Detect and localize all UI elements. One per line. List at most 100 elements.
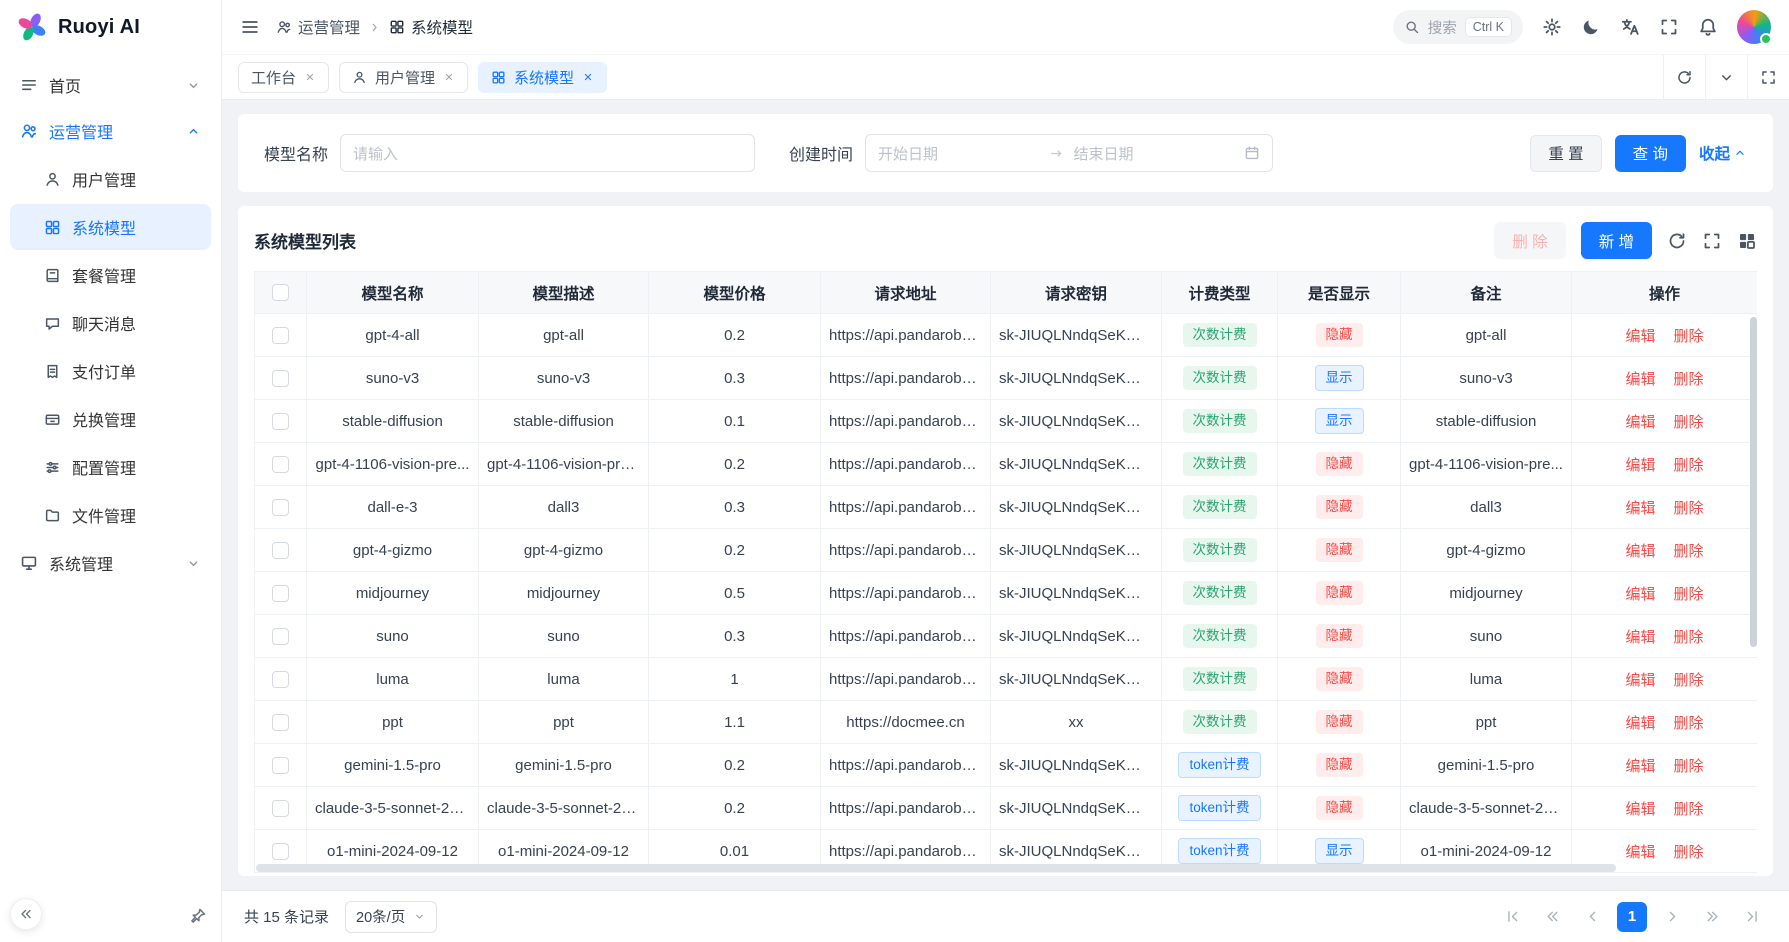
close-icon[interactable] bbox=[582, 71, 594, 83]
sidebar-subitem-7[interactable]: 文件管理 bbox=[10, 492, 211, 538]
horizontal-scrollbar[interactable] bbox=[256, 864, 1616, 872]
sidebar-subitem-1[interactable]: 系统模型 bbox=[10, 204, 211, 250]
current-page[interactable]: 1 bbox=[1617, 902, 1647, 932]
page-size-select[interactable]: 20条/页 bbox=[345, 901, 437, 933]
sidebar-subitem-3[interactable]: 聊天消息 bbox=[10, 300, 211, 346]
date-range-input[interactable]: 开始日期 结束日期 bbox=[865, 134, 1273, 172]
row-checkbox[interactable] bbox=[272, 714, 289, 731]
delete-link[interactable]: 删除 bbox=[1674, 500, 1704, 517]
cell-remark: luma bbox=[1401, 658, 1572, 701]
edit-link[interactable]: 编辑 bbox=[1625, 715, 1655, 732]
column-settings-icon[interactable] bbox=[1737, 231, 1757, 251]
row-checkbox[interactable] bbox=[272, 671, 289, 688]
avatar[interactable] bbox=[1737, 10, 1771, 44]
delete-link[interactable]: 删除 bbox=[1674, 672, 1704, 689]
breadcrumb-system-model[interactable]: 系统模型 bbox=[389, 16, 473, 38]
sidebar-item-home[interactable]: 首页 bbox=[10, 62, 211, 108]
end-date-input[interactable]: 结束日期 bbox=[1074, 143, 1235, 164]
row-checkbox[interactable] bbox=[272, 628, 289, 645]
close-icon[interactable] bbox=[304, 71, 316, 83]
tab-0[interactable]: 工作台 bbox=[238, 62, 329, 93]
sidebar-subitem-6[interactable]: 配置管理 bbox=[10, 444, 211, 490]
edit-link[interactable]: 编辑 bbox=[1625, 543, 1655, 560]
tab-2[interactable]: 系统模型 bbox=[478, 62, 607, 93]
row-checkbox[interactable] bbox=[272, 499, 289, 516]
row-checkbox[interactable] bbox=[272, 370, 289, 387]
row-checkbox[interactable] bbox=[272, 843, 289, 860]
edit-link[interactable]: 编辑 bbox=[1625, 414, 1655, 431]
edit-link[interactable]: 编辑 bbox=[1625, 629, 1655, 646]
delete-link[interactable]: 删除 bbox=[1674, 758, 1704, 775]
delete-link[interactable]: 删除 bbox=[1674, 543, 1704, 560]
tab-refresh-icon[interactable] bbox=[1663, 55, 1705, 99]
sidebar-subitem-5[interactable]: 兑换管理 bbox=[10, 396, 211, 442]
select-all-checkbox[interactable] bbox=[272, 284, 289, 301]
delete-link[interactable]: 删除 bbox=[1674, 801, 1704, 818]
delete-link[interactable]: 删除 bbox=[1674, 457, 1704, 474]
start-date-input[interactable]: 开始日期 bbox=[878, 143, 1039, 164]
tab-1[interactable]: 用户管理 bbox=[339, 62, 468, 93]
delete-link[interactable]: 删除 bbox=[1674, 328, 1704, 345]
last-page-button[interactable] bbox=[1737, 902, 1767, 932]
billing-type-badge: token计费 bbox=[1178, 795, 1260, 821]
edit-link[interactable]: 编辑 bbox=[1625, 672, 1655, 689]
row-checkbox[interactable] bbox=[272, 413, 289, 430]
edit-link[interactable]: 编辑 bbox=[1625, 328, 1655, 345]
delete-link[interactable]: 删除 bbox=[1674, 371, 1704, 388]
edit-link[interactable]: 编辑 bbox=[1625, 371, 1655, 388]
edit-link[interactable]: 编辑 bbox=[1625, 500, 1655, 517]
sidebar-item-system[interactable]: 系统管理 bbox=[10, 540, 211, 586]
breadcrumb-operations[interactable]: 运营管理 bbox=[276, 16, 360, 38]
vertical-scrollbar[interactable] bbox=[1750, 317, 1757, 647]
prev-5-pages-button[interactable] bbox=[1537, 902, 1567, 932]
row-checkbox[interactable] bbox=[272, 456, 289, 473]
moon-icon[interactable] bbox=[1581, 17, 1601, 37]
sidebar-subitem-0[interactable]: 用户管理 bbox=[10, 156, 211, 202]
sidebar-collapse-button[interactable] bbox=[10, 898, 42, 930]
sidebar-subitem-4[interactable]: 支付订单 bbox=[10, 348, 211, 394]
gear-icon[interactable] bbox=[1542, 17, 1562, 37]
redeem-icon bbox=[44, 411, 61, 428]
delete-link[interactable]: 删除 bbox=[1674, 629, 1704, 646]
table-refresh-icon[interactable] bbox=[1667, 231, 1687, 251]
delete-link[interactable]: 删除 bbox=[1674, 844, 1704, 861]
hamburger-icon[interactable] bbox=[240, 17, 260, 37]
model-name-input[interactable]: 请输入 bbox=[340, 134, 755, 172]
delete-link[interactable]: 删除 bbox=[1674, 715, 1704, 732]
edit-link[interactable]: 编辑 bbox=[1625, 758, 1655, 775]
sidebar-subitem-2[interactable]: 套餐管理 bbox=[10, 252, 211, 298]
delete-button[interactable]: 删 除 bbox=[1494, 222, 1565, 259]
first-page-button[interactable] bbox=[1497, 902, 1527, 932]
edit-link[interactable]: 编辑 bbox=[1625, 457, 1655, 474]
next-5-pages-button[interactable] bbox=[1697, 902, 1727, 932]
cell-model-price: 0.2 bbox=[649, 443, 821, 486]
content-fullscreen-icon[interactable] bbox=[1747, 55, 1789, 99]
table-fullscreen-icon[interactable] bbox=[1702, 231, 1722, 251]
add-button[interactable]: 新 增 bbox=[1581, 222, 1652, 259]
delete-link[interactable]: 删除 bbox=[1674, 414, 1704, 431]
edit-link[interactable]: 编辑 bbox=[1625, 586, 1655, 603]
pin-icon[interactable] bbox=[190, 907, 207, 924]
delete-link[interactable]: 删除 bbox=[1674, 586, 1704, 603]
edit-link[interactable]: 编辑 bbox=[1625, 801, 1655, 818]
sidebar-item-operations[interactable]: 运营管理 bbox=[10, 108, 211, 154]
query-button[interactable]: 查 询 bbox=[1615, 135, 1686, 172]
translate-icon[interactable] bbox=[1620, 17, 1640, 37]
tab-menu-chevron-icon[interactable] bbox=[1705, 55, 1747, 99]
close-icon[interactable] bbox=[443, 71, 455, 83]
app-logo[interactable]: Ruoyi AI bbox=[0, 0, 221, 54]
collapse-filter-link[interactable]: 收起 bbox=[1699, 142, 1747, 164]
row-checkbox[interactable] bbox=[272, 757, 289, 774]
prev-page-button[interactable] bbox=[1577, 902, 1607, 932]
search-input[interactable]: 搜索 Ctrl K bbox=[1393, 10, 1523, 44]
edit-link[interactable]: 编辑 bbox=[1625, 844, 1655, 861]
bell-icon[interactable] bbox=[1698, 17, 1718, 37]
row-checkbox[interactable] bbox=[272, 327, 289, 344]
row-checkbox[interactable] bbox=[272, 800, 289, 817]
next-page-button[interactable] bbox=[1657, 902, 1687, 932]
row-checkbox[interactable] bbox=[272, 585, 289, 602]
fullscreen-icon[interactable] bbox=[1659, 17, 1679, 37]
reset-button[interactable]: 重 置 bbox=[1530, 135, 1601, 172]
column-header: 模型描述 bbox=[479, 272, 649, 314]
row-checkbox[interactable] bbox=[272, 542, 289, 559]
